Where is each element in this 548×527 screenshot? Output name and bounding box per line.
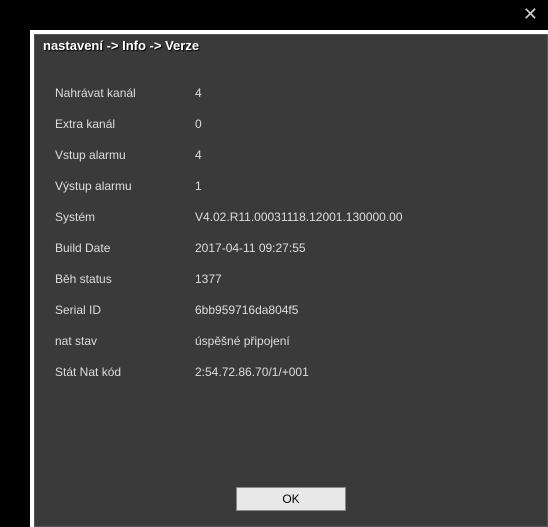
panel-border: nastavení -> Info -> Verze Nahrávat kaná… — [30, 30, 548, 527]
info-row: Extra kanál 0 — [55, 117, 527, 131]
value-record-channel: 4 — [195, 86, 202, 100]
ok-button[interactable]: OK — [236, 487, 346, 511]
value-nat-status: úspěšné připojení — [195, 334, 290, 348]
value-extra-channel: 0 — [195, 117, 202, 131]
value-run-status: 1377 — [195, 272, 222, 286]
value-alarm-out: 1 — [195, 179, 202, 193]
label-nat-code: Stát Nat kód — [55, 365, 195, 379]
value-nat-code: 2:54.72.86.70/1/+001 — [195, 365, 309, 379]
label-extra-channel: Extra kanál — [55, 117, 195, 131]
value-system: V4.02.R11.00031118.12001.130000.00 — [195, 210, 403, 224]
info-row: nat stav úspěšné připojení — [55, 334, 527, 348]
label-nat-status: nat stav — [55, 334, 195, 348]
breadcrumb: nastavení -> Info -> Verze — [35, 35, 547, 56]
label-record-channel: Nahrávat kanál — [55, 86, 195, 100]
label-system: Systém — [55, 210, 195, 224]
value-alarm-in: 4 — [195, 148, 202, 162]
info-row: Build Date 2017-04-11 09:27:55 — [55, 241, 527, 255]
content-area: Nahrávat kanál 4 Extra kanál 0 Vstup ala… — [35, 56, 547, 406]
info-row: Výstup alarmu 1 — [55, 179, 527, 193]
info-row: Vstup alarmu 4 — [55, 148, 527, 162]
label-alarm-in: Vstup alarmu — [55, 148, 195, 162]
value-serial-id: 6bb959716da804f5 — [195, 303, 298, 317]
info-row: Systém V4.02.R11.00031118.12001.130000.0… — [55, 210, 527, 224]
info-row: Nahrávat kanál 4 — [55, 86, 527, 100]
label-alarm-out: Výstup alarmu — [55, 179, 195, 193]
label-run-status: Běh status — [55, 272, 195, 286]
label-build-date: Build Date — [55, 241, 195, 255]
info-row: Serial ID 6bb959716da804f5 — [55, 303, 527, 317]
window: ✕ nastavení -> Info -> Verze Nahrávat ka… — [0, 0, 548, 527]
info-row: Běh status 1377 — [55, 272, 527, 286]
info-row: Stát Nat kód 2:54.72.86.70/1/+001 — [55, 365, 527, 379]
close-icon[interactable]: ✕ — [523, 4, 538, 25]
main-panel: nastavení -> Info -> Verze Nahrávat kaná… — [34, 34, 548, 527]
value-build-date: 2017-04-11 09:27:55 — [195, 241, 306, 255]
label-serial-id: Serial ID — [55, 303, 195, 317]
